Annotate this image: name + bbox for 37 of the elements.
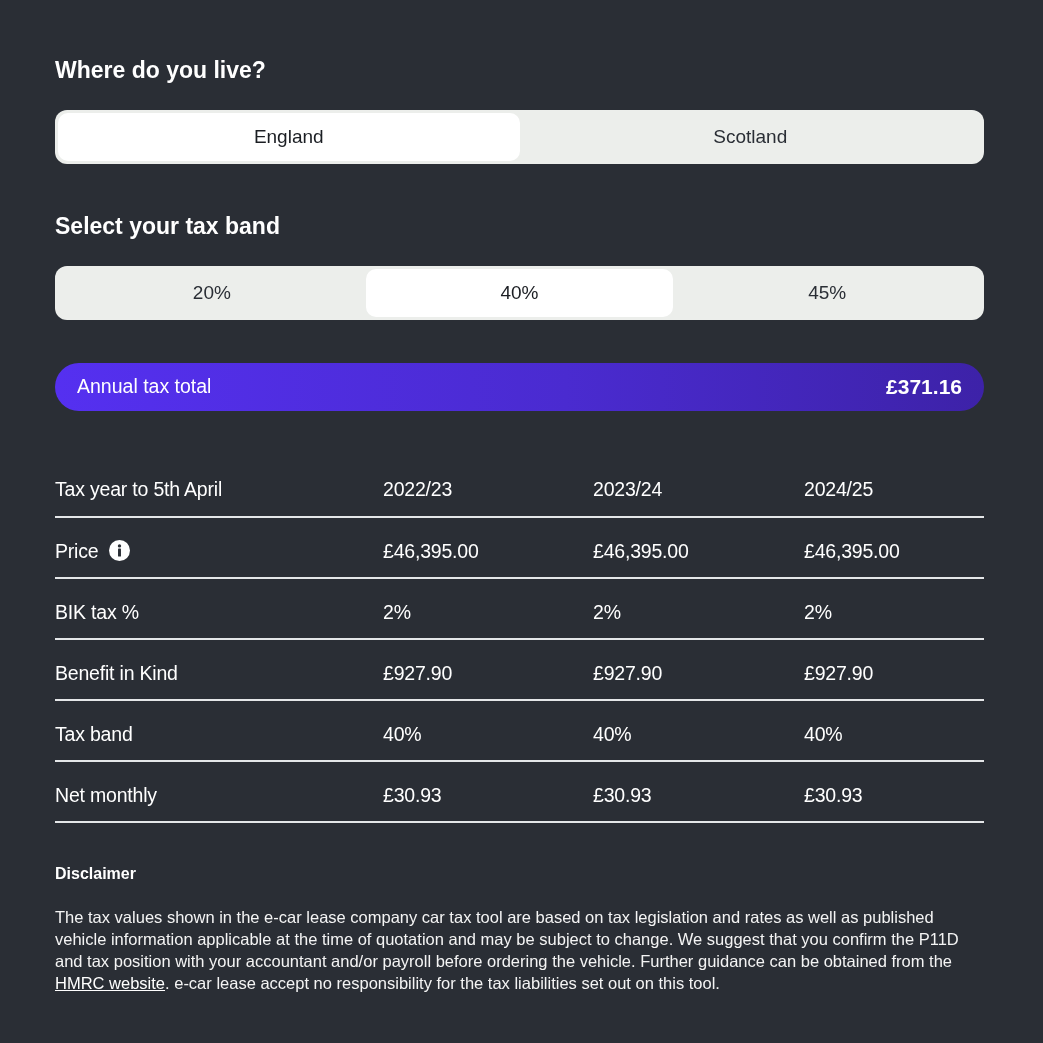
toggle-option[interactable]: England	[58, 113, 520, 161]
table-cell: 2%	[593, 600, 621, 623]
table-cell: £927.90	[383, 661, 453, 684]
total-label: Annual tax total	[77, 374, 212, 400]
total-value: £371.16	[886, 374, 962, 401]
table-cell: £927.90	[593, 661, 663, 684]
toggle-option[interactable]: 20%	[58, 269, 366, 317]
row-label: Net monthly	[55, 783, 157, 806]
row-label: BIK tax %	[55, 600, 139, 623]
table-cell: 2%	[804, 600, 832, 623]
column-header: Tax year to 5th April	[55, 478, 223, 501]
row-label: Tax band	[55, 722, 133, 745]
section-heading: Select your tax band	[55, 212, 281, 241]
table-cell: 40%	[383, 722, 422, 745]
row-label: Price	[55, 539, 99, 562]
table-cell: £46,395.00	[804, 539, 900, 562]
toggle-option[interactable]: 40%	[365, 269, 674, 317]
hmrc-link[interactable]: HMRC website	[55, 974, 166, 992]
row-label: Benefit in Kind	[55, 661, 178, 684]
disclaimer-text: The tax values shown in the e-car lease company car tax tool are based on tax legislation and rates as well as published vehicle information applicable at the time of quotation and may be subject to change. We suggest that you confirm the P11D and tax position with your accountant and/or payroll before ordering the vehicle. Further guidance can be obtained from the HMRC website. e-car lease accept no responsibility for the tax liabilities set out on this tool.	[55, 907, 960, 994]
table-cell: £30.93	[804, 783, 863, 806]
table-cell: £30.93	[593, 783, 652, 806]
table-cell: £927.90	[804, 661, 874, 684]
table-cell: £30.93	[383, 783, 442, 806]
disclaimer-heading: Disclaimer	[55, 864, 137, 884]
table-cell: 40%	[804, 722, 843, 745]
info-icon[interactable]	[109, 539, 131, 561]
table-cell: 2%	[383, 600, 411, 623]
toggle-option[interactable]: Scotland	[519, 113, 981, 161]
section-heading: Where do you live?	[55, 56, 267, 85]
table-cell: 40%	[593, 722, 632, 745]
table-cell: £46,395.00	[383, 539, 479, 562]
table-cell: £46,395.00	[593, 539, 689, 562]
column-header: 2023/24	[593, 478, 663, 501]
column-header: 2024/25	[804, 478, 874, 501]
toggle-option[interactable]: 45%	[673, 269, 981, 317]
column-header: 2022/23	[383, 478, 453, 501]
